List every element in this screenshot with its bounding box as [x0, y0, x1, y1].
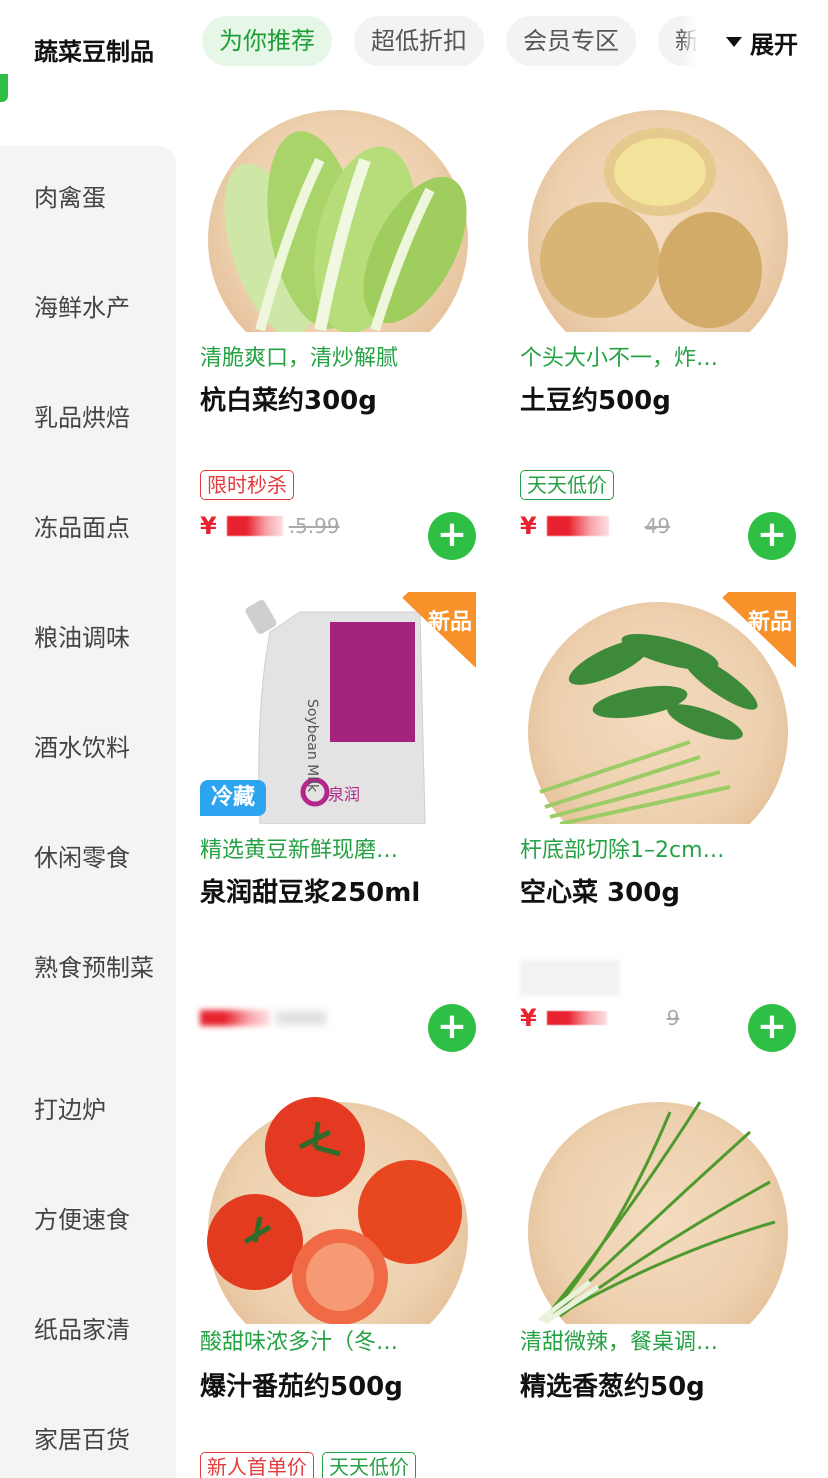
product-image-soy-milk[interactable]: Soybean Milk 泉润 新品 冷藏 — [200, 592, 476, 824]
product-slogan: 个头大小不一，炸… — [520, 346, 719, 371]
sidebar-item-paper-cleaning[interactable]: 纸品家清 — [0, 1308, 176, 1352]
sidebar-item-household[interactable]: 家居百货 — [0, 1418, 176, 1462]
price-row: ¥ .5.99 — [200, 508, 340, 544]
sidebar-item-meat-eggs[interactable]: 肉禽蛋 — [0, 176, 176, 220]
price-obscured — [200, 1010, 270, 1026]
sidebar-item-grain-oil[interactable]: 粮油调味 — [0, 616, 176, 660]
promo-tag: 天天低价 — [322, 1452, 416, 1478]
product-slogan: 精选黄豆新鲜现磨… — [200, 838, 399, 863]
original-price: 9 — [666, 1006, 680, 1030]
price-row — [200, 1000, 332, 1036]
product-card[interactable]: 清甜微辣，餐桌调… 精选香葱约50g — [520, 1092, 810, 1478]
sidebar-item-instant-food[interactable]: 方便速食 — [0, 1198, 176, 1242]
product-card[interactable]: 清脆爽口，清炒解腻 杭白菜约300g 限时秒杀 ¥ .5.99 + — [200, 100, 490, 580]
svg-text:Soybean Milk: Soybean Milk — [304, 699, 320, 793]
product-slogan: 酸甜味浓多汁（冬… — [200, 1330, 399, 1355]
product-name: 土豆约500g — [520, 386, 671, 416]
product-slogan: 清甜微辣，餐桌调… — [520, 1330, 719, 1355]
product-card[interactable]: 个头大小不一，炸… 土豆约500g 天天低价 ¥ 49 + — [520, 100, 810, 580]
add-to-cart-button[interactable]: + — [748, 1004, 796, 1052]
sidebar-item-frozen[interactable]: 冻品面点 — [0, 506, 176, 550]
original-price: 49 — [644, 514, 671, 538]
tomato-icon — [207, 1097, 462, 1324]
product-card[interactable]: 酸甜味浓多汁（冬… 爆汁番茄约500g 新人首单价 — [200, 1092, 490, 1478]
product-name: 泉润甜豆浆250ml — [200, 878, 421, 908]
product-name: 爆汁番茄约500g — [200, 1372, 403, 1402]
product-image-water-spinach[interactable]: 新品 — [520, 592, 796, 824]
product-image-potatoes[interactable] — [520, 100, 796, 332]
currency-symbol: ¥ — [520, 1004, 537, 1032]
price-obscured — [546, 1011, 607, 1025]
original-price: .5.99 — [288, 514, 340, 538]
sidebar-background — [0, 146, 176, 1478]
promo-tag: 天天低价 — [520, 470, 614, 500]
product-image-tomatoes[interactable] — [200, 1092, 476, 1324]
product-image-scallions[interactable] — [520, 1092, 796, 1324]
add-to-cart-button[interactable]: + — [748, 512, 796, 560]
tag-row-bottom: 新人首单价 天天低价 — [200, 1452, 416, 1478]
sidebar-item-seafood[interactable]: 海鲜水产 — [0, 286, 176, 330]
tab-discount[interactable]: 超低折扣 — [354, 16, 484, 66]
tab-members[interactable]: 会员专区 — [506, 16, 636, 66]
caret-down-icon — [726, 37, 742, 47]
svg-text:泉润: 泉润 — [328, 785, 360, 804]
product-image-cabbage[interactable] — [200, 100, 476, 332]
product-name: 精选香葱约50g — [520, 1372, 705, 1402]
add-to-cart-button[interactable]: + — [428, 512, 476, 560]
obscured-tag — [520, 960, 620, 996]
tag-row: 限时秒杀 — [200, 470, 294, 500]
product-card[interactable]: Soybean Milk 泉润 新品 冷藏 精选黄豆新鲜现磨… 泉润甜豆浆250… — [200, 592, 490, 1072]
add-to-cart-button[interactable]: + — [428, 1004, 476, 1052]
expand-button[interactable]: 展开 — [696, 0, 828, 84]
currency-symbol: ¥ — [520, 512, 537, 540]
refrigerated-badge: 冷藏 — [200, 780, 266, 816]
cabbage-icon — [224, 131, 467, 332]
currency-symbol: ¥ — [200, 512, 217, 540]
sidebar-item-hotpot[interactable]: 打边炉 — [0, 1088, 176, 1132]
sidebar-item-prepared-food[interactable]: 熟食预制菜 — [0, 946, 176, 990]
product-slogan: 清脆爽口，清炒解腻 — [200, 346, 399, 371]
expand-label: 展开 — [750, 30, 798, 59]
product-name: 空心菜 300g — [520, 878, 680, 908]
product-slogan: 杆底部切除1–2cm… — [520, 838, 725, 863]
potato-icon — [540, 128, 762, 328]
price-row: ¥ 49 — [520, 508, 670, 544]
product-card[interactable]: 新品 杆底部切除1–2cm… 空心菜 300g ¥ 9 + — [520, 592, 810, 1072]
price-obscured — [226, 516, 283, 536]
promo-tag: 限时秒杀 — [200, 470, 294, 500]
sidebar-item-vegetables[interactable]: 蔬菜豆制品 — [0, 30, 176, 74]
price-obscured — [546, 516, 609, 536]
tab-recommended[interactable]: 为你推荐 — [202, 16, 332, 66]
price-obscured-2 — [276, 1011, 326, 1025]
tag-row: 天天低价 — [520, 470, 614, 500]
filter-tabs: 为你推荐 超低折扣 会员专区 新 展开 — [176, 0, 828, 84]
sidebar-item-drinks[interactable]: 酒水饮料 — [0, 726, 176, 770]
product-name: 杭白菜约300g — [200, 386, 377, 416]
scallion-icon — [538, 1101, 776, 1324]
price-row: ¥ 9 — [520, 1000, 679, 1036]
category-sidebar: 蔬菜豆制品 肉禽蛋 海鲜水产 乳品烘焙 冻品面点 粮油调味 酒水饮料 休闲零食 … — [0, 0, 176, 1478]
sidebar-item-dairy-bakery[interactable]: 乳品烘焙 — [0, 396, 176, 440]
sidebar-item-snacks[interactable]: 休闲零食 — [0, 836, 176, 880]
